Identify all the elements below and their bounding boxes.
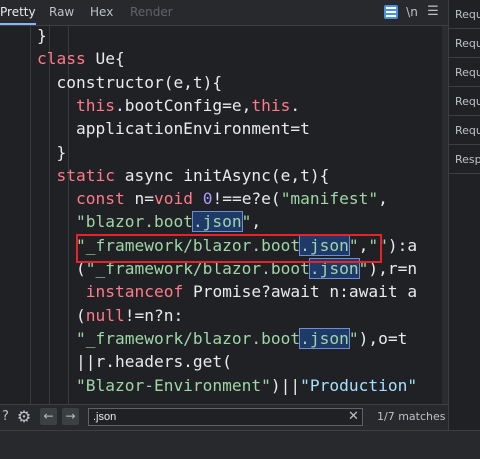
code-token: "_framework/blazor.boot: [75, 328, 301, 348]
newline-toggle[interactable]: \n: [404, 3, 420, 21]
indent-guide: [30, 26, 31, 404]
code-token: void: [153, 189, 193, 209]
request-list-item[interactable]: Requ: [449, 116, 480, 145]
code-token: n=: [124, 189, 154, 209]
code-line: }: [37, 141, 66, 164]
match-count: 1/7 matches: [377, 410, 446, 423]
code-token: .bootConfig=e,: [114, 95, 252, 115]
code-token: "Blazor-Environment": [75, 375, 271, 395]
code-line: ||r.headers.get(: [37, 350, 232, 373]
arrow-left-icon[interactable]: ←: [40, 408, 57, 425]
response-viewer: Pretty Raw Hex Render \n ☰ } class Ue{ co…: [0, 0, 448, 458]
code-line: applicationEnvironment=t: [37, 117, 310, 140]
search-match: .json: [299, 327, 350, 349]
request-list-item[interactable]: Requ: [449, 58, 480, 87]
code-token: !==e?e(: [212, 189, 281, 209]
code-token: Ue{: [85, 49, 125, 69]
code-token: null: [85, 305, 125, 325]
arrow-right-icon[interactable]: →: [62, 408, 79, 425]
code-token: "manifest": [280, 189, 379, 209]
code-token: ),o=t: [358, 328, 408, 348]
code-line: (null!=n?n:: [37, 304, 183, 327]
code-token: ,: [378, 189, 388, 209]
format-icon[interactable]: [384, 5, 398, 19]
code-token: async initAsync(e,t){: [114, 165, 330, 185]
request-list-panel: RequRequRequRequRequResp: [448, 0, 480, 430]
tab-pretty[interactable]: Pretty: [0, 0, 36, 25]
code-line: instanceof Promise?await n:await a: [37, 280, 417, 303]
code-token: "Production": [300, 375, 418, 395]
code-token: this: [251, 95, 291, 115]
code-token: constructor(e,t){: [37, 72, 223, 92]
code-token: .: [290, 95, 301, 115]
code-token: )||: [270, 375, 301, 395]
code-token: }: [37, 26, 47, 45]
tab-hex[interactable]: Hex: [90, 0, 113, 25]
help-icon[interactable]: ?: [0, 408, 11, 426]
code-line: class Ue{: [37, 47, 125, 70]
code-token: class: [37, 49, 86, 69]
code-token: applicationEnvironment=t: [37, 119, 310, 139]
code-token: ):a: [387, 235, 418, 255]
code-line: }: [37, 26, 47, 47]
gear-icon[interactable]: ⚙: [14, 408, 34, 426]
code-token: ||r.headers.get(: [37, 352, 232, 372]
find-input[interactable]: [88, 408, 363, 426]
request-list-item[interactable]: Requ: [449, 87, 480, 116]
viewer-tabbar: Pretty Raw Hex Render \n ☰: [0, 0, 448, 26]
code-line: "blazor.boot.json",: [37, 210, 261, 233]
code-token: 0: [202, 189, 213, 209]
code-token: (: [37, 305, 86, 325]
code-token: "blazor.boot: [75, 212, 193, 232]
bottom-bar: [0, 430, 480, 459]
code-token: this: [75, 95, 115, 115]
code-line: this.bootConfig=e,this.: [37, 94, 300, 117]
hamburger-menu-icon[interactable]: ☰: [426, 3, 440, 21]
code-line: static async initAsync(e,t){: [37, 164, 330, 187]
request-list-item[interactable]: Resp: [449, 145, 480, 174]
code-line: "Blazor-Environment")||"Production": [37, 374, 417, 397]
request-list-item[interactable]: Requ: [449, 29, 480, 58]
code-token: ,: [251, 212, 262, 232]
code-token: static: [56, 165, 115, 185]
search-match: .json: [191, 211, 243, 233]
code-token: }: [37, 142, 67, 162]
tab-render[interactable]: Render: [130, 0, 173, 25]
code-token: Promise?await n:await a: [183, 282, 418, 302]
code-line: "_framework/blazor.boot.json"),o=t: [37, 327, 407, 350]
code-token: const: [75, 189, 125, 209]
annotation-highlight-box: [76, 234, 382, 263]
find-bar: ? ⚙ ← → ✕ 1/7 matches: [0, 404, 448, 430]
code-token: !=n?n:: [124, 305, 184, 325]
code-token: ": [348, 328, 359, 348]
tab-raw[interactable]: Raw: [49, 0, 74, 25]
code-editor[interactable]: } class Ue{ constructor(e,t){ this.bootCo…: [0, 26, 448, 404]
code-line: constructor(e,t){: [37, 71, 222, 94]
code-token: ": [241, 212, 252, 232]
code-token: instanceof: [85, 282, 184, 302]
code-line: const n=void 0!==e?e("manifest",: [37, 187, 388, 210]
request-list-item[interactable]: Requ: [449, 0, 480, 29]
close-icon[interactable]: ✕: [348, 408, 360, 426]
